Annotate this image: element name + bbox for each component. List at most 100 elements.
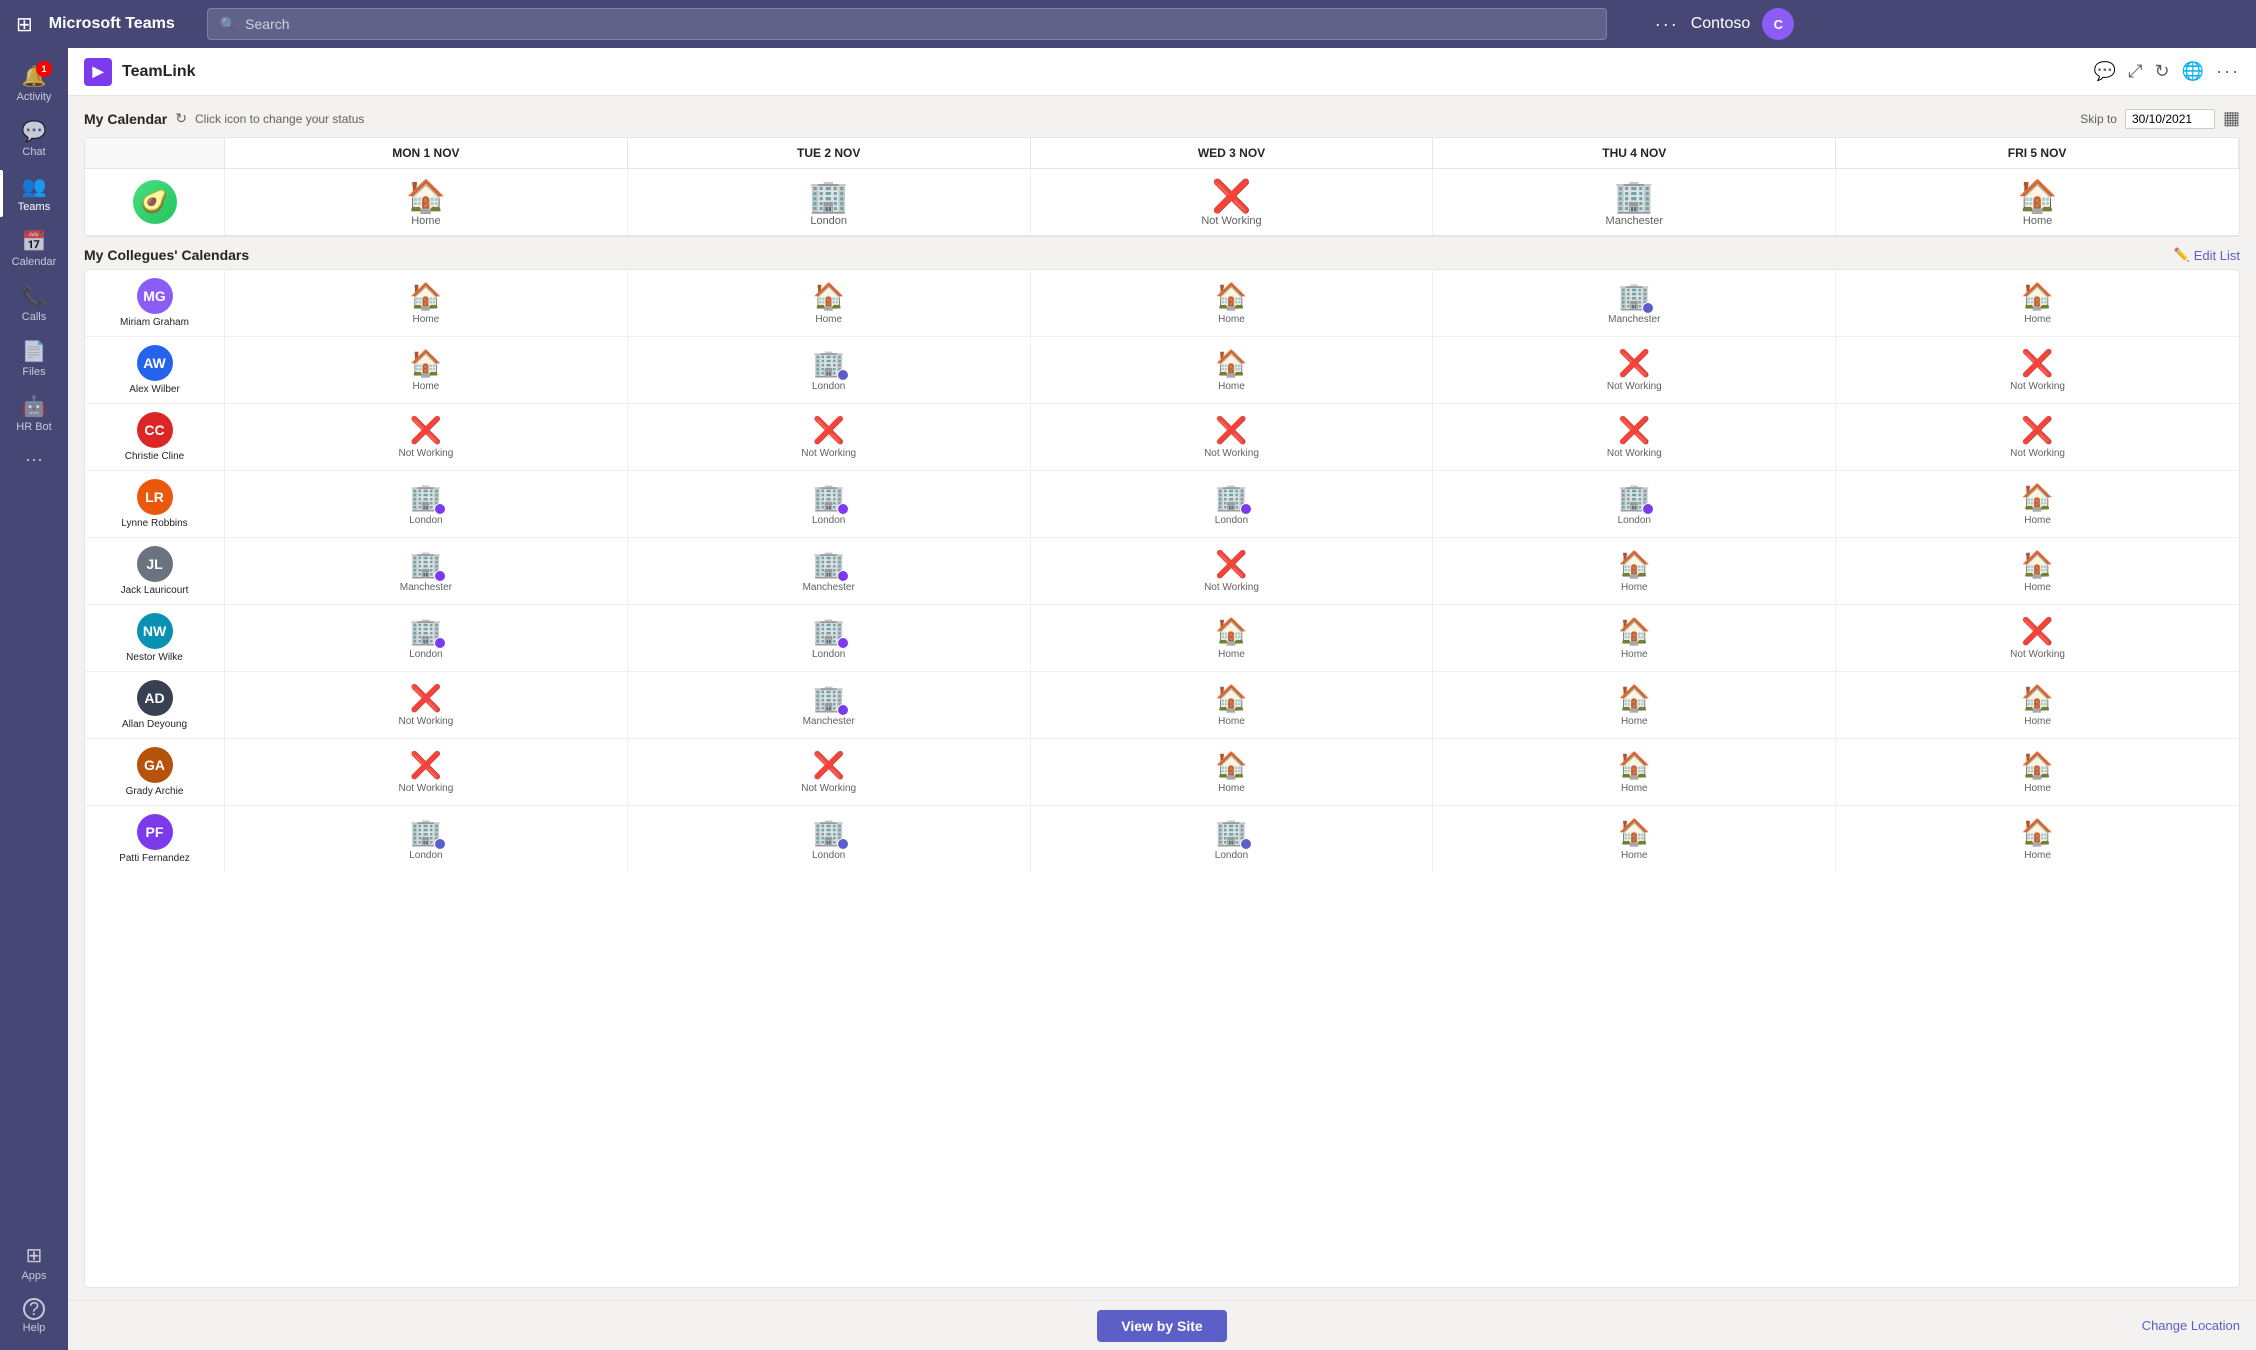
colleague-status-cell[interactable]: 🏠Home — [1836, 538, 2239, 604]
user-avatar[interactable]: C — [1762, 8, 1794, 40]
sidebar-item-hrbot[interactable]: 🤖 HR Bot — [0, 386, 68, 441]
colleague-status-cell[interactable]: ❌Not Working — [1433, 337, 1836, 403]
status-refresh-icon[interactable]: ↻ — [175, 110, 187, 127]
colleague-status-cell[interactable]: 🏠Home — [1836, 739, 2239, 805]
my-status-thu[interactable]: 🏢 Manchester — [1433, 169, 1836, 236]
colleague-status-cell[interactable]: ❌Not Working — [1031, 404, 1434, 470]
my-status-fri[interactable]: 🏠 Home — [1836, 169, 2239, 236]
colleague-status-cell[interactable]: 🏢Manchester — [1433, 270, 1836, 336]
app-grid-icon[interactable]: ⊞ — [16, 12, 33, 37]
colleague-status-cell[interactable]: 🏢London — [628, 337, 1031, 403]
office-purple-status-icon: 🏢 — [813, 616, 845, 647]
sidebar-more[interactable]: ··· — [0, 441, 68, 478]
colleague-status-cell[interactable]: 🏠Home — [1031, 605, 1434, 671]
colleague-status-cell[interactable]: 🏢London — [628, 605, 1031, 671]
colleague-status-cell[interactable]: 🏢London — [1433, 471, 1836, 537]
colleague-status-cell[interactable]: 🏢London — [225, 471, 628, 537]
colleague-status-cell[interactable]: ❌Not Working — [225, 739, 628, 805]
home-status-icon: 🏠 — [410, 348, 442, 379]
change-location-link[interactable]: Change Location — [2142, 1318, 2240, 1333]
my-calendar-avatar-cell: 🥑 — [85, 169, 225, 236]
colleague-status-cell[interactable]: 🏠Home — [1031, 270, 1434, 336]
colleague-status-cell[interactable]: 🏢London — [628, 806, 1031, 872]
colleague-status-cell[interactable]: 🏠Home — [1836, 672, 2239, 738]
col-header-name — [85, 138, 225, 169]
sidebar-item-calls[interactable]: 📞 Calls — [0, 276, 68, 331]
sidebar-item-files[interactable]: 📄 Files — [0, 331, 68, 386]
status-text: Home — [1621, 649, 1648, 660]
colleague-status-cell[interactable]: 🏢London — [225, 806, 628, 872]
office-status-icon: 🏢 — [1614, 177, 1654, 215]
edit-list-button[interactable]: ✏️ Edit List — [2174, 247, 2240, 263]
my-status-wed[interactable]: ❌ Not Working — [1031, 169, 1434, 236]
colleague-status-cell[interactable]: 🏠Home — [1433, 806, 1836, 872]
colleague-status-cell[interactable]: ❌Not Working — [1433, 404, 1836, 470]
sidebar-item-calendar[interactable]: 📅 Calendar — [0, 221, 68, 276]
app-header-actions: 💬 ⤢ ↻ 🌐 ··· — [2094, 61, 2240, 82]
colleague-status-cell[interactable]: ❌Not Working — [628, 739, 1031, 805]
search-bar[interactable]: 🔍 — [207, 8, 1607, 40]
colleagues-scroll[interactable]: MGMiriam Graham🏠Home🏠Home🏠Home🏢Mancheste… — [85, 270, 2239, 1287]
colleague-status-cell[interactable]: ❌Not Working — [1836, 605, 2239, 671]
colleague-info: GAGrady Archie — [85, 739, 225, 805]
my-status-mon[interactable]: 🏠 Home — [225, 169, 628, 236]
my-status-tue[interactable]: 🏢 London — [628, 169, 1031, 236]
sidebar-item-chat[interactable]: 💬 Chat — [0, 111, 68, 166]
colleague-status-cell[interactable]: 🏢Manchester — [628, 672, 1031, 738]
sidebar-item-apps[interactable]: ⊞ Apps — [17, 1235, 50, 1290]
skip-to-label: Skip to — [2080, 112, 2117, 126]
my-avatar[interactable]: 🥑 — [133, 180, 177, 224]
chat-action-icon[interactable]: 💬 — [2094, 61, 2116, 82]
colleague-status-cell[interactable]: 🏠Home — [1433, 672, 1836, 738]
sidebar-item-teams[interactable]: 👥 Teams — [0, 166, 68, 221]
status-text: Manchester — [400, 582, 452, 593]
colleague-status-cell[interactable]: 🏠Home — [1836, 471, 2239, 537]
colleague-status-cell[interactable]: ❌Not Working — [1836, 337, 2239, 403]
colleague-status-cell[interactable]: 🏢London — [225, 605, 628, 671]
colleague-status-cell[interactable]: ❌Not Working — [1031, 538, 1434, 604]
table-row: AWAlex Wilber🏠Home🏢London🏠Home❌Not Worki… — [85, 337, 2239, 404]
search-input[interactable] — [245, 16, 1594, 32]
more-actions-icon[interactable]: ··· — [2216, 61, 2240, 82]
expand-icon[interactable]: ⤢ — [2128, 61, 2142, 82]
notworking-status-icon: ❌ — [2021, 348, 2053, 379]
status-text: London — [1618, 515, 1651, 526]
colleague-status-cell[interactable]: 🏠Home — [1836, 806, 2239, 872]
colleague-status-cell[interactable]: 🏢London — [628, 471, 1031, 537]
colleague-status-cell[interactable]: 🏢London — [1031, 806, 1434, 872]
colleague-info: LRLynne Robbins — [85, 471, 225, 537]
colleague-status-cell[interactable]: 🏠Home — [1836, 270, 2239, 336]
colleague-status-cell[interactable]: ❌Not Working — [628, 404, 1031, 470]
colleague-status-cell[interactable]: 🏢London — [1031, 471, 1434, 537]
sidebar-item-activity[interactable]: 🔔 1 Activity — [0, 56, 68, 111]
colleague-status-cell[interactable]: ❌Not Working — [1836, 404, 2239, 470]
grid-view-icon[interactable]: ▦ — [2223, 108, 2240, 129]
colleague-status-cell[interactable]: 🏠Home — [1031, 337, 1434, 403]
colleague-status-cell[interactable]: 🏠Home — [1031, 672, 1434, 738]
colleague-status-cell[interactable]: 🏠Home — [1433, 538, 1836, 604]
colleague-status-cell[interactable]: 🏠Home — [1031, 739, 1434, 805]
status-text: Home — [1218, 314, 1245, 325]
more-options-icon[interactable]: ··· — [1655, 14, 1679, 35]
colleague-status-cell[interactable]: 🏢Manchester — [628, 538, 1031, 604]
colleague-status-cell[interactable]: 🏠Home — [225, 270, 628, 336]
colleague-status-cell[interactable]: ❌Not Working — [225, 672, 628, 738]
colleague-status-cell[interactable]: ❌Not Working — [225, 404, 628, 470]
colleague-name: Nestor Wilke — [126, 652, 183, 663]
office-blue-status-icon: 🏢 — [410, 817, 442, 848]
status-label: Manchester — [1606, 215, 1663, 227]
globe-icon[interactable]: 🌐 — [2182, 61, 2204, 82]
colleague-info: CCChristie Cline — [85, 404, 225, 470]
refresh-icon[interactable]: ↻ — [2155, 61, 2170, 82]
colleague-status-cell[interactable]: 🏠Home — [628, 270, 1031, 336]
colleague-status-cell[interactable]: 🏢Manchester — [225, 538, 628, 604]
col-header-wed: WED 3 NOV — [1031, 138, 1434, 169]
chat-icon: 💬 — [22, 119, 47, 144]
notworking-status-icon: ❌ — [813, 415, 845, 446]
colleague-status-cell[interactable]: 🏠Home — [1433, 605, 1836, 671]
view-by-site-button[interactable]: View by Site — [1097, 1310, 1226, 1342]
skip-to-date-input[interactable] — [2125, 109, 2215, 129]
colleague-status-cell[interactable]: 🏠Home — [225, 337, 628, 403]
sidebar-item-help[interactable]: ? Help — [17, 1290, 50, 1342]
colleague-status-cell[interactable]: 🏠Home — [1433, 739, 1836, 805]
